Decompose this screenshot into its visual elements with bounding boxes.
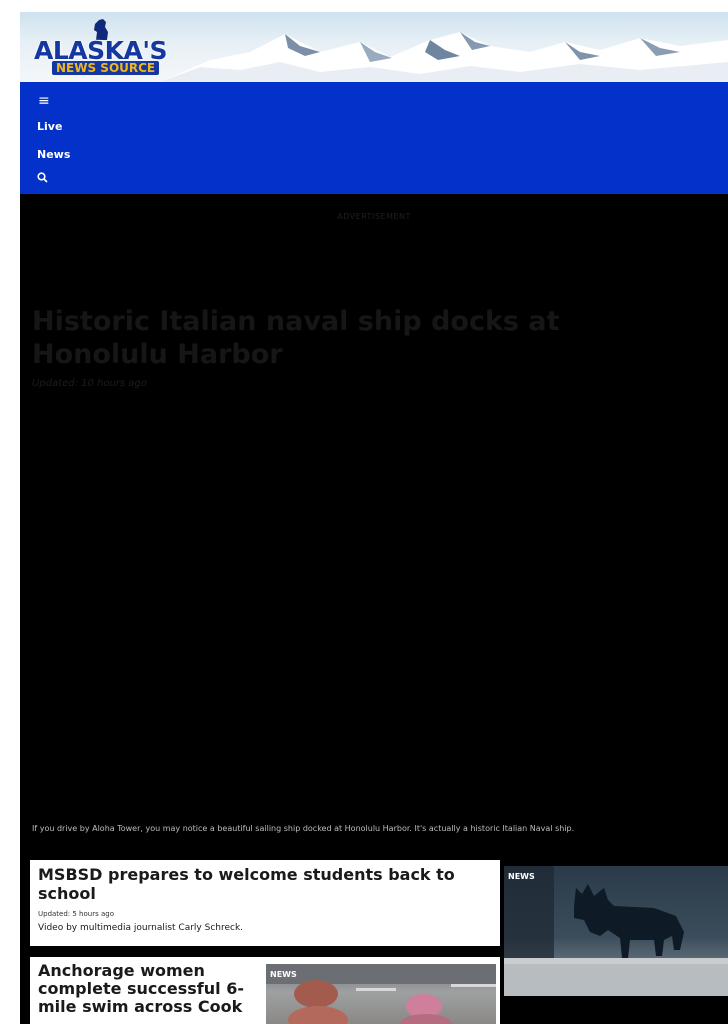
story-card[interactable]: MSBSD prepares to welcome students back … — [30, 860, 500, 946]
header-banner: ALASKA'S NEWS SOURCE — [20, 12, 728, 82]
story-thumbnail-swim[interactable]: NEWS — [266, 964, 496, 1024]
hamburger-icon[interactable]: ≡ — [38, 94, 50, 108]
story-category-tag: NEWS — [270, 970, 297, 979]
story-headline[interactable]: MSBSD prepares to welcome students back … — [38, 865, 493, 903]
station-logo[interactable]: ALASKA'S NEWS SOURCE — [30, 18, 180, 76]
hero-updated-time: Updated: 10 hours ago — [32, 378, 147, 389]
main-nav: ≡ Live News — [20, 82, 728, 194]
nav-item-news[interactable]: News — [37, 148, 70, 161]
swimmers-image — [266, 964, 496, 1024]
hero-headline[interactable]: Historic Italian naval ship docks at Hon… — [32, 305, 672, 371]
advertisement-label: ADVERTISEMENT — [337, 212, 411, 221]
logo-bottom-text: NEWS SOURCE — [52, 61, 160, 75]
story-headline[interactable]: Anchorage women complete successful 6-mi… — [38, 962, 263, 1016]
story-description: Video by multimedia journalist Carly Sch… — [38, 923, 244, 933]
story-thumbnail-moose[interactable]: NEWS — [504, 866, 728, 996]
page: ALASKA'S NEWS SOURCE ≡ Live News ADVERTI… — [20, 12, 728, 1024]
hero-description: If you drive by Aloha Tower, you may not… — [32, 824, 575, 833]
search-icon[interactable] — [37, 172, 48, 183]
moose-sign-image — [504, 866, 728, 996]
story-updated-time: Updated: 5 hours ago — [38, 910, 114, 918]
story-category-tag: NEWS — [508, 872, 535, 881]
nav-item-live[interactable]: Live — [37, 120, 62, 133]
